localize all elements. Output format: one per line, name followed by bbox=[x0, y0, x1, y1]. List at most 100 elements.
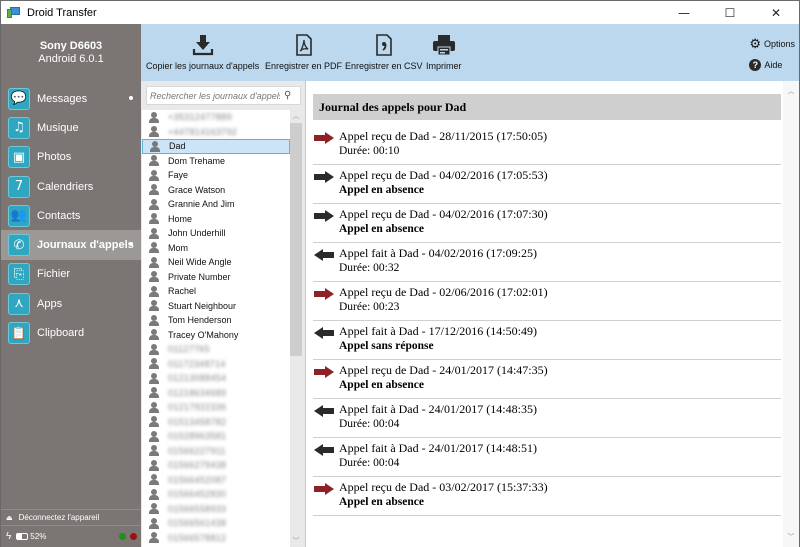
call-log-entry: Appel reçu de Dad - 28/11/2015 (17:50:05… bbox=[313, 126, 781, 165]
sidebar-item-apps[interactable]: ⋏ Apps bbox=[1, 289, 141, 318]
outgoing-call-arrow-icon bbox=[314, 444, 334, 456]
speech-bubble-icon: 💬 bbox=[8, 87, 30, 110]
scrollbar-thumb[interactable] bbox=[290, 123, 302, 356]
sidebar-item-musique[interactable]: ♫ Musique bbox=[1, 113, 141, 142]
person-icon bbox=[149, 488, 159, 500]
contact-list-item[interactable]: Grannie And Jim bbox=[142, 197, 290, 212]
save-pdf-button[interactable]: Enregistrer en PDF bbox=[265, 33, 342, 71]
contact-name: Faye bbox=[168, 170, 189, 181]
person-icon bbox=[149, 401, 159, 413]
contact-list-item[interactable]: Tracey O'Mahony bbox=[142, 328, 290, 343]
contact-list-item[interactable]: Stuart Neighbour bbox=[142, 299, 290, 314]
contact-list-item[interactable]: Mom bbox=[142, 241, 290, 256]
contact-list-item[interactable]: +447814163792 bbox=[142, 125, 290, 140]
contact-name: Home bbox=[168, 213, 193, 224]
person-icon bbox=[149, 242, 159, 254]
contact-list-item[interactable]: Rachel bbox=[142, 284, 290, 299]
contact-list-item[interactable]: 01513458782 bbox=[142, 415, 290, 430]
contact-list-item[interactable]: Home bbox=[142, 212, 290, 227]
charging-icon: ϟ bbox=[6, 530, 12, 542]
contact-list-item[interactable]: 01127765 bbox=[142, 342, 290, 357]
minimize-button[interactable]: — bbox=[661, 1, 707, 24]
sidebar-item-label: Apps bbox=[37, 297, 63, 310]
notification-dot bbox=[129, 96, 133, 100]
disconnect-label: Déconnectez l'appareil bbox=[18, 513, 100, 522]
contact-list-item[interactable]: 01528963581 bbox=[142, 429, 290, 444]
contact-list-item[interactable]: Dad bbox=[142, 139, 290, 154]
scroll-down-icon[interactable]: ﹀ bbox=[290, 535, 302, 547]
contact-name: 01566578812 bbox=[168, 532, 227, 543]
device-info: Sony D6603 Android 6.0.1 bbox=[1, 24, 141, 81]
sidebar-item-contacts[interactable]: 👥 Contacts bbox=[1, 201, 141, 230]
sidebar-item-journaux-d-appels[interactable]: ✆ Journaux d'appels bbox=[1, 230, 141, 260]
contact-list: +35312477889 +447814163792 Dad Dom Treha… bbox=[142, 110, 290, 547]
contact-list-item[interactable]: 01217922336 bbox=[142, 400, 290, 415]
sidebar-item-fichier[interactable]: ⎘ Fichier bbox=[1, 260, 141, 289]
contact-list-item[interactable]: 01566578812 bbox=[142, 531, 290, 546]
sidebar-item-calendriers[interactable]: 7 Calendriers bbox=[1, 172, 141, 201]
contact-name: +35312477889 bbox=[168, 112, 232, 123]
contact-list-item[interactable]: 01566279438 bbox=[142, 458, 290, 473]
person-icon bbox=[149, 198, 159, 210]
copy-call-logs-button[interactable]: Copier les journaux d'appels bbox=[146, 33, 259, 71]
close-button[interactable]: ✕ bbox=[753, 1, 799, 24]
search-icon[interactable]: ⚲ bbox=[284, 90, 291, 101]
sidebar-footer: ⏏ Déconnectez l'appareil ϟ 52% bbox=[1, 509, 141, 547]
contact-list-scrollbar[interactable]: ︿ ﹀ bbox=[290, 110, 302, 547]
person-icon bbox=[149, 213, 159, 225]
contact-list-item[interactable]: 01218634689 bbox=[142, 386, 290, 401]
person-icon bbox=[149, 111, 159, 123]
person-icon bbox=[149, 314, 159, 326]
call-log-scrollbar[interactable]: ︿ ﹀ bbox=[783, 81, 799, 547]
print-button[interactable]: Imprimer bbox=[426, 33, 462, 71]
sidebar-item-photos[interactable]: ▣ Photos bbox=[1, 143, 141, 172]
contact-list-item[interactable]: 01566227911 bbox=[142, 444, 290, 459]
contact-list-item[interactable]: 01213088454 bbox=[142, 371, 290, 386]
person-icon bbox=[149, 430, 159, 442]
contact-list-item[interactable]: 01566452087 bbox=[142, 473, 290, 488]
scroll-up-icon[interactable]: ︿ bbox=[785, 85, 797, 97]
call-title: Appel fait à Dad - 17/12/2016 (14:50:49) bbox=[339, 324, 537, 338]
contact-list-item[interactable]: Grace Watson bbox=[142, 183, 290, 198]
person-icon bbox=[149, 300, 159, 312]
scroll-up-icon[interactable]: ︿ bbox=[290, 110, 302, 122]
contact-list-item[interactable]: Private Number bbox=[142, 270, 290, 285]
file-icon: ⎘ bbox=[8, 263, 30, 286]
contact-list-item[interactable]: Faye bbox=[142, 168, 290, 183]
contact-name: 01218634689 bbox=[168, 387, 227, 398]
contact-list-item[interactable]: John Underhill bbox=[142, 226, 290, 241]
contact-name: 01566452087 bbox=[168, 474, 227, 485]
save-csv-button[interactable]: Enregistrer en CSV bbox=[345, 33, 423, 71]
search-input[interactable] bbox=[150, 90, 280, 101]
scroll-down-icon[interactable]: ﹀ bbox=[785, 531, 797, 543]
contact-list-item[interactable]: 01172348714 bbox=[142, 357, 290, 372]
call-detail: Durée: 00:23 bbox=[339, 301, 400, 313]
contact-name: 01566558933 bbox=[168, 503, 227, 514]
sidebar-item-clipboard[interactable]: 📋 Clipboard bbox=[1, 318, 141, 347]
contact-list-item[interactable]: +35312477889 bbox=[142, 110, 290, 125]
contact-list-item[interactable]: Dom Trehame bbox=[142, 154, 290, 169]
person-icon bbox=[149, 459, 159, 471]
call-log-panel: Journal des appels pour Dad Appel reçu d… bbox=[305, 81, 799, 547]
disconnect-button[interactable]: ⏏ Déconnectez l'appareil bbox=[1, 509, 141, 526]
contact-list-item[interactable]: Neil Wide Angle bbox=[142, 255, 290, 270]
contact-name: 01513458782 bbox=[168, 416, 227, 427]
contact-list-item[interactable]: 01566558933 bbox=[142, 502, 290, 517]
options-button[interactable]: ⚙ Options bbox=[749, 35, 795, 53]
download-icon bbox=[146, 33, 259, 57]
eject-icon: ⏏ bbox=[6, 514, 13, 522]
person-icon bbox=[149, 285, 159, 297]
contact-list-item[interactable]: Tom Henderson bbox=[142, 313, 290, 328]
contact-name: 01528963581 bbox=[168, 431, 227, 442]
search-box: ⚲ bbox=[146, 86, 301, 105]
maximize-button[interactable]: ☐ bbox=[707, 1, 753, 24]
music-note-icon: ♫ bbox=[8, 116, 30, 139]
call-log-entry: Appel fait à Dad - 04/02/2016 (17:09:25)… bbox=[313, 243, 781, 282]
sidebar-item-messages[interactable]: 💬 Messages bbox=[1, 84, 141, 113]
contact-list-item[interactable]: 01566561438 bbox=[142, 516, 290, 531]
contact-list-item[interactable]: 01566452830 bbox=[142, 487, 290, 502]
connection-status-green bbox=[119, 533, 126, 540]
help-button[interactable]: ? Aide bbox=[749, 56, 795, 74]
contact-name: John Underhill bbox=[168, 228, 226, 239]
printer-icon bbox=[426, 33, 462, 57]
